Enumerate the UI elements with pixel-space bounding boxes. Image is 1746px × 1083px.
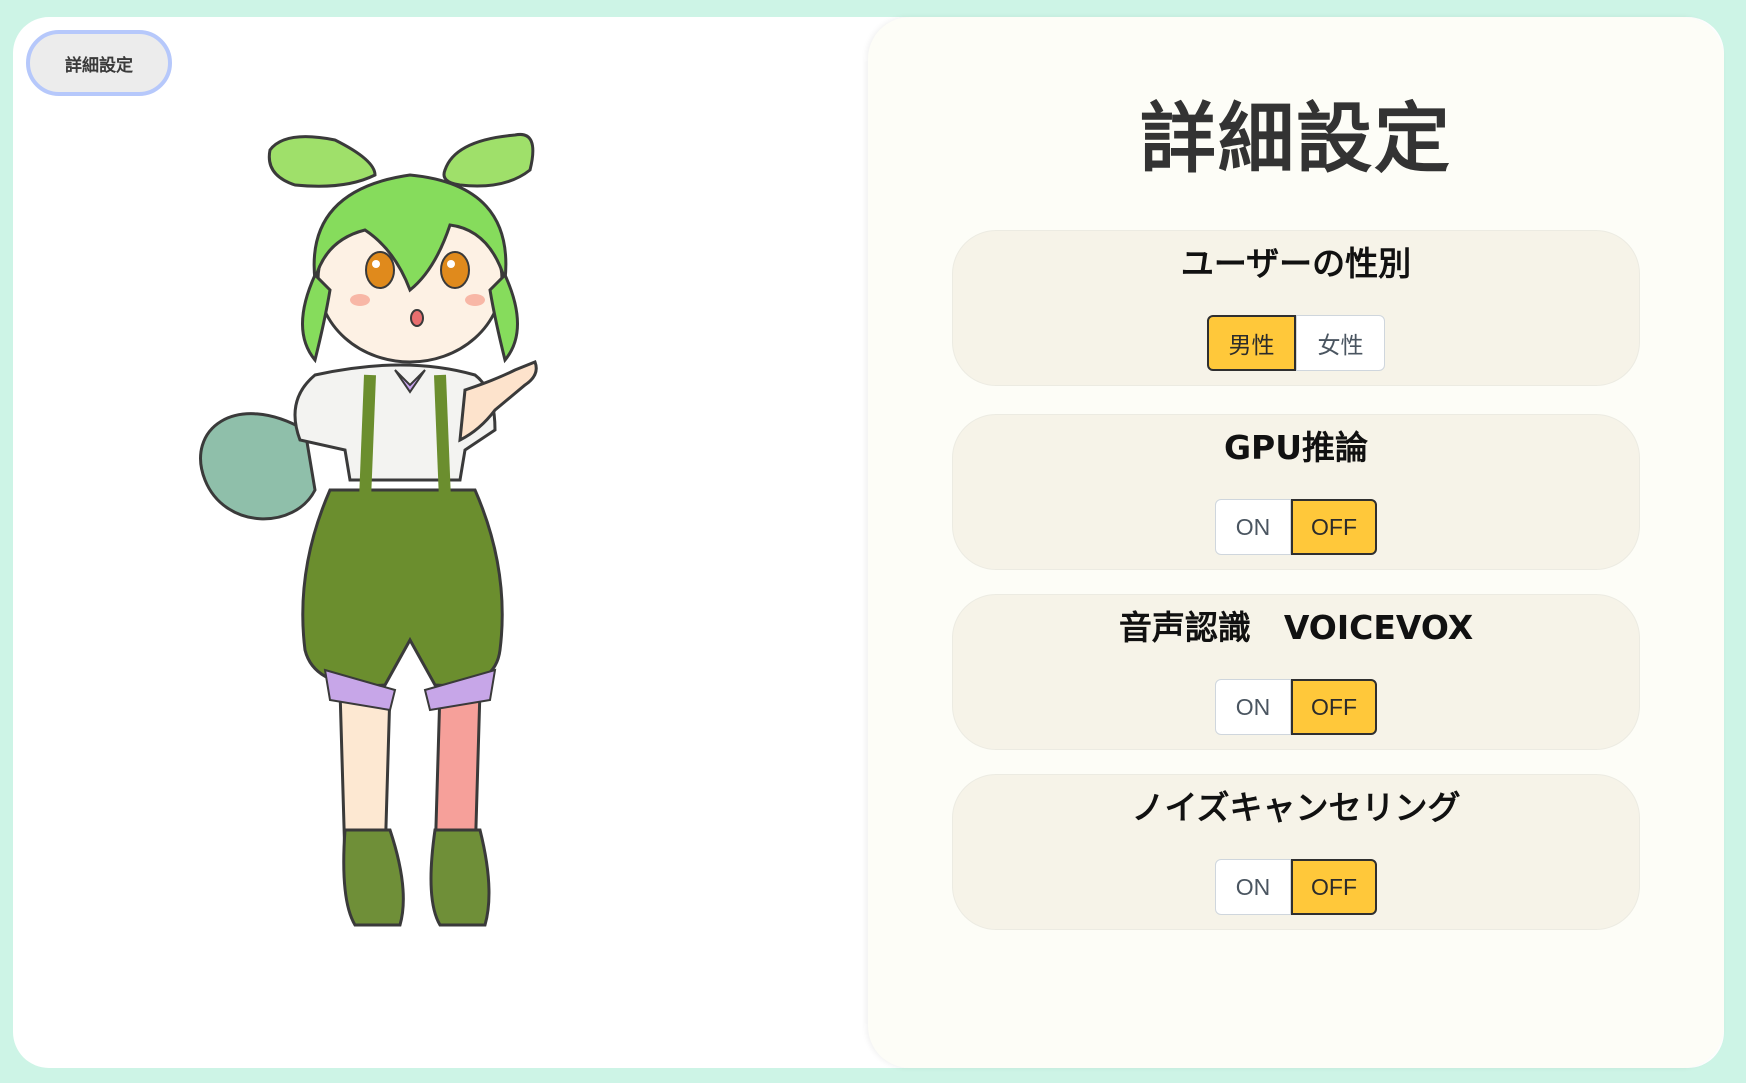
voice-on-button[interactable]: ON xyxy=(1215,679,1291,735)
gender-option-female[interactable]: 女性 xyxy=(1296,315,1385,371)
noise-off-button[interactable]: OFF xyxy=(1291,859,1377,915)
setting-card-noise: ノイズキャンセリング ON OFF xyxy=(952,774,1640,930)
setting-card-gpu: GPU推論 ON OFF xyxy=(952,414,1640,570)
character-illustration xyxy=(199,132,538,927)
gender-selector: 男性 女性 xyxy=(1207,315,1385,371)
setting-title-noise: ノイズキャンセリング xyxy=(1131,788,1461,827)
setting-card-voice: 音声認識 VOICEVOX ON OFF xyxy=(952,594,1640,750)
noise-toggle: ON OFF xyxy=(1215,859,1377,915)
gpu-toggle: ON OFF xyxy=(1215,499,1377,555)
gpu-on-button[interactable]: ON xyxy=(1215,499,1291,555)
gpu-off-button[interactable]: OFF xyxy=(1291,499,1377,555)
setting-title-gender: ユーザーの性別 xyxy=(1180,244,1412,283)
voice-off-button[interactable]: OFF xyxy=(1291,679,1377,735)
setting-title-voice: 音声認識 VOICEVOX xyxy=(1118,608,1474,647)
settings-panel: 詳細設定 ユーザーの性別 男性 女性 GPU推論 ON OFF 音声認識 VOI… xyxy=(868,17,1724,1068)
setting-title-gpu: GPU推論 xyxy=(1223,428,1369,467)
noise-on-button[interactable]: ON xyxy=(1215,859,1291,915)
voice-toggle: ON OFF xyxy=(1215,679,1377,735)
panel-title: 詳細設定 xyxy=(1140,94,1452,183)
settings-toggle-button[interactable]: 詳細設定 xyxy=(26,30,172,96)
gender-option-male[interactable]: 男性 xyxy=(1207,315,1296,371)
setting-card-gender: ユーザーの性別 男性 女性 xyxy=(952,230,1640,386)
